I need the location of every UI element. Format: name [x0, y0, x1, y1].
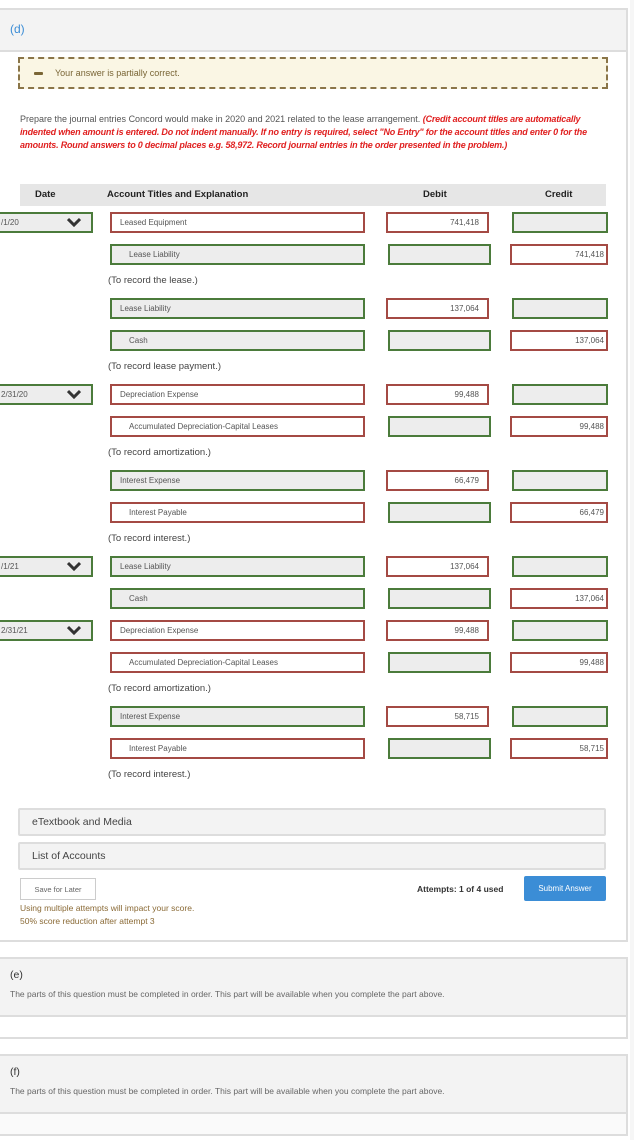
debit-field[interactable] [388, 416, 491, 437]
date-value: /1/20 [1, 218, 19, 227]
date-value: /1/21 [1, 562, 19, 571]
debit-field[interactable] [388, 738, 491, 759]
credit-field[interactable] [512, 620, 608, 641]
debit-field[interactable]: 99,488 [386, 620, 489, 641]
credit-field[interactable]: 137,064 [510, 588, 608, 609]
instructions-plain: Prepare the journal entries Concord woul… [20, 114, 423, 124]
account-field[interactable]: Lease Liability [110, 244, 365, 265]
date-select[interactable]: /1/20 [0, 212, 93, 233]
date-value: 2/31/20 [1, 390, 28, 399]
scrollbar-track[interactable] [630, 0, 634, 1140]
chevron-down-icon [67, 389, 81, 399]
account-field[interactable]: Depreciation Expense [110, 384, 365, 405]
credit-field[interactable] [512, 556, 608, 577]
credit-field[interactable] [512, 212, 608, 233]
table-header: Date Account Titles and Explanation Debi… [20, 184, 606, 206]
credit-field[interactable] [512, 470, 608, 491]
part-f-panel: (f) The parts of this question must be c… [0, 1054, 628, 1114]
chevron-down-icon [67, 561, 81, 571]
account-field[interactable]: Interest Expense [110, 470, 365, 491]
explanation: (To record interest.) [108, 769, 191, 780]
explanation: (To record amortization.) [108, 447, 211, 458]
credit-field[interactable]: 741,418 [510, 244, 608, 265]
credit-field[interactable]: 66,479 [510, 502, 608, 523]
date-value: 2/31/21 [1, 626, 28, 635]
account-field[interactable]: Cash [110, 588, 365, 609]
explanation: (To record the lease.) [108, 275, 198, 286]
etextbook-media-toggle[interactable]: eTextbook and Media [18, 808, 606, 836]
debit-field[interactable]: 137,064 [386, 556, 489, 577]
debit-field[interactable] [388, 244, 491, 265]
header-debit: Debit [423, 189, 447, 200]
debit-field[interactable] [388, 588, 491, 609]
score-reduction-note: 50% score reduction after attempt 3 [20, 916, 155, 926]
explanation: (To record amortization.) [108, 683, 211, 694]
debit-field[interactable]: 58,715 [386, 706, 489, 727]
credit-field[interactable] [512, 706, 608, 727]
attempts-counter: Attempts: 1 of 4 used [417, 884, 504, 894]
account-field[interactable]: Lease Liability [110, 298, 365, 319]
account-field[interactable]: Lease Liability [110, 556, 365, 577]
header-credit: Credit [545, 189, 573, 200]
header-date: Date [35, 189, 56, 200]
account-field[interactable]: Interest Expense [110, 706, 365, 727]
account-field[interactable]: Interest Payable [110, 502, 365, 523]
save-for-later-button[interactable]: Save for Later [20, 878, 96, 900]
account-field[interactable]: Accumulated Depreciation-Capital Leases [110, 416, 365, 437]
part-e-label: (e) [10, 969, 23, 981]
part-e-message: The parts of this question must be compl… [10, 989, 445, 999]
attempts-warning: Using multiple attempts will impact your… [20, 903, 195, 913]
debit-field[interactable]: 99,488 [386, 384, 489, 405]
credit-field[interactable]: 99,488 [510, 416, 608, 437]
date-select[interactable]: /1/21 [0, 556, 93, 577]
feedback-text: Your answer is partially correct. [55, 68, 180, 78]
account-field[interactable]: Depreciation Expense [110, 620, 365, 641]
account-field[interactable]: Interest Payable [110, 738, 365, 759]
account-field[interactable]: Leased Equipment [110, 212, 365, 233]
submit-answer-button[interactable]: Submit Answer [524, 876, 606, 901]
part-f-label: (f) [10, 1066, 20, 1078]
part-e-footer [0, 1017, 628, 1039]
debit-field[interactable]: 741,418 [386, 212, 489, 233]
explanation: (To record lease payment.) [108, 361, 221, 372]
chevron-down-icon [67, 217, 81, 227]
feedback-banner: Your answer is partially correct. [18, 57, 608, 89]
part-e-panel: (e) The parts of this question must be c… [0, 957, 628, 1017]
credit-field[interactable] [512, 384, 608, 405]
instructions: Prepare the journal entries Concord woul… [20, 113, 605, 152]
account-field[interactable]: Accumulated Depreciation-Capital Leases [110, 652, 365, 673]
list-of-accounts-toggle[interactable]: List of Accounts [18, 842, 606, 870]
date-select[interactable]: 2/31/21 [0, 620, 93, 641]
debit-field[interactable]: 66,479 [386, 470, 489, 491]
credit-field[interactable]: 58,715 [510, 738, 608, 759]
explanation: (To record interest.) [108, 533, 191, 544]
debit-field[interactable] [388, 652, 491, 673]
chevron-down-icon [67, 625, 81, 635]
header-account: Account Titles and Explanation [107, 189, 249, 200]
minus-icon [34, 71, 43, 75]
debit-field[interactable]: 137,064 [386, 298, 489, 319]
credit-field[interactable]: 99,488 [510, 652, 608, 673]
credit-field[interactable]: 137,064 [510, 330, 608, 351]
date-select[interactable]: 2/31/20 [0, 384, 93, 405]
part-f-footer [0, 1114, 628, 1136]
part-f-message: The parts of this question must be compl… [10, 1086, 445, 1096]
debit-field[interactable] [388, 502, 491, 523]
part-d-label: (d) [0, 10, 626, 52]
credit-field[interactable] [512, 298, 608, 319]
debit-field[interactable] [388, 330, 491, 351]
account-field[interactable]: Cash [110, 330, 365, 351]
